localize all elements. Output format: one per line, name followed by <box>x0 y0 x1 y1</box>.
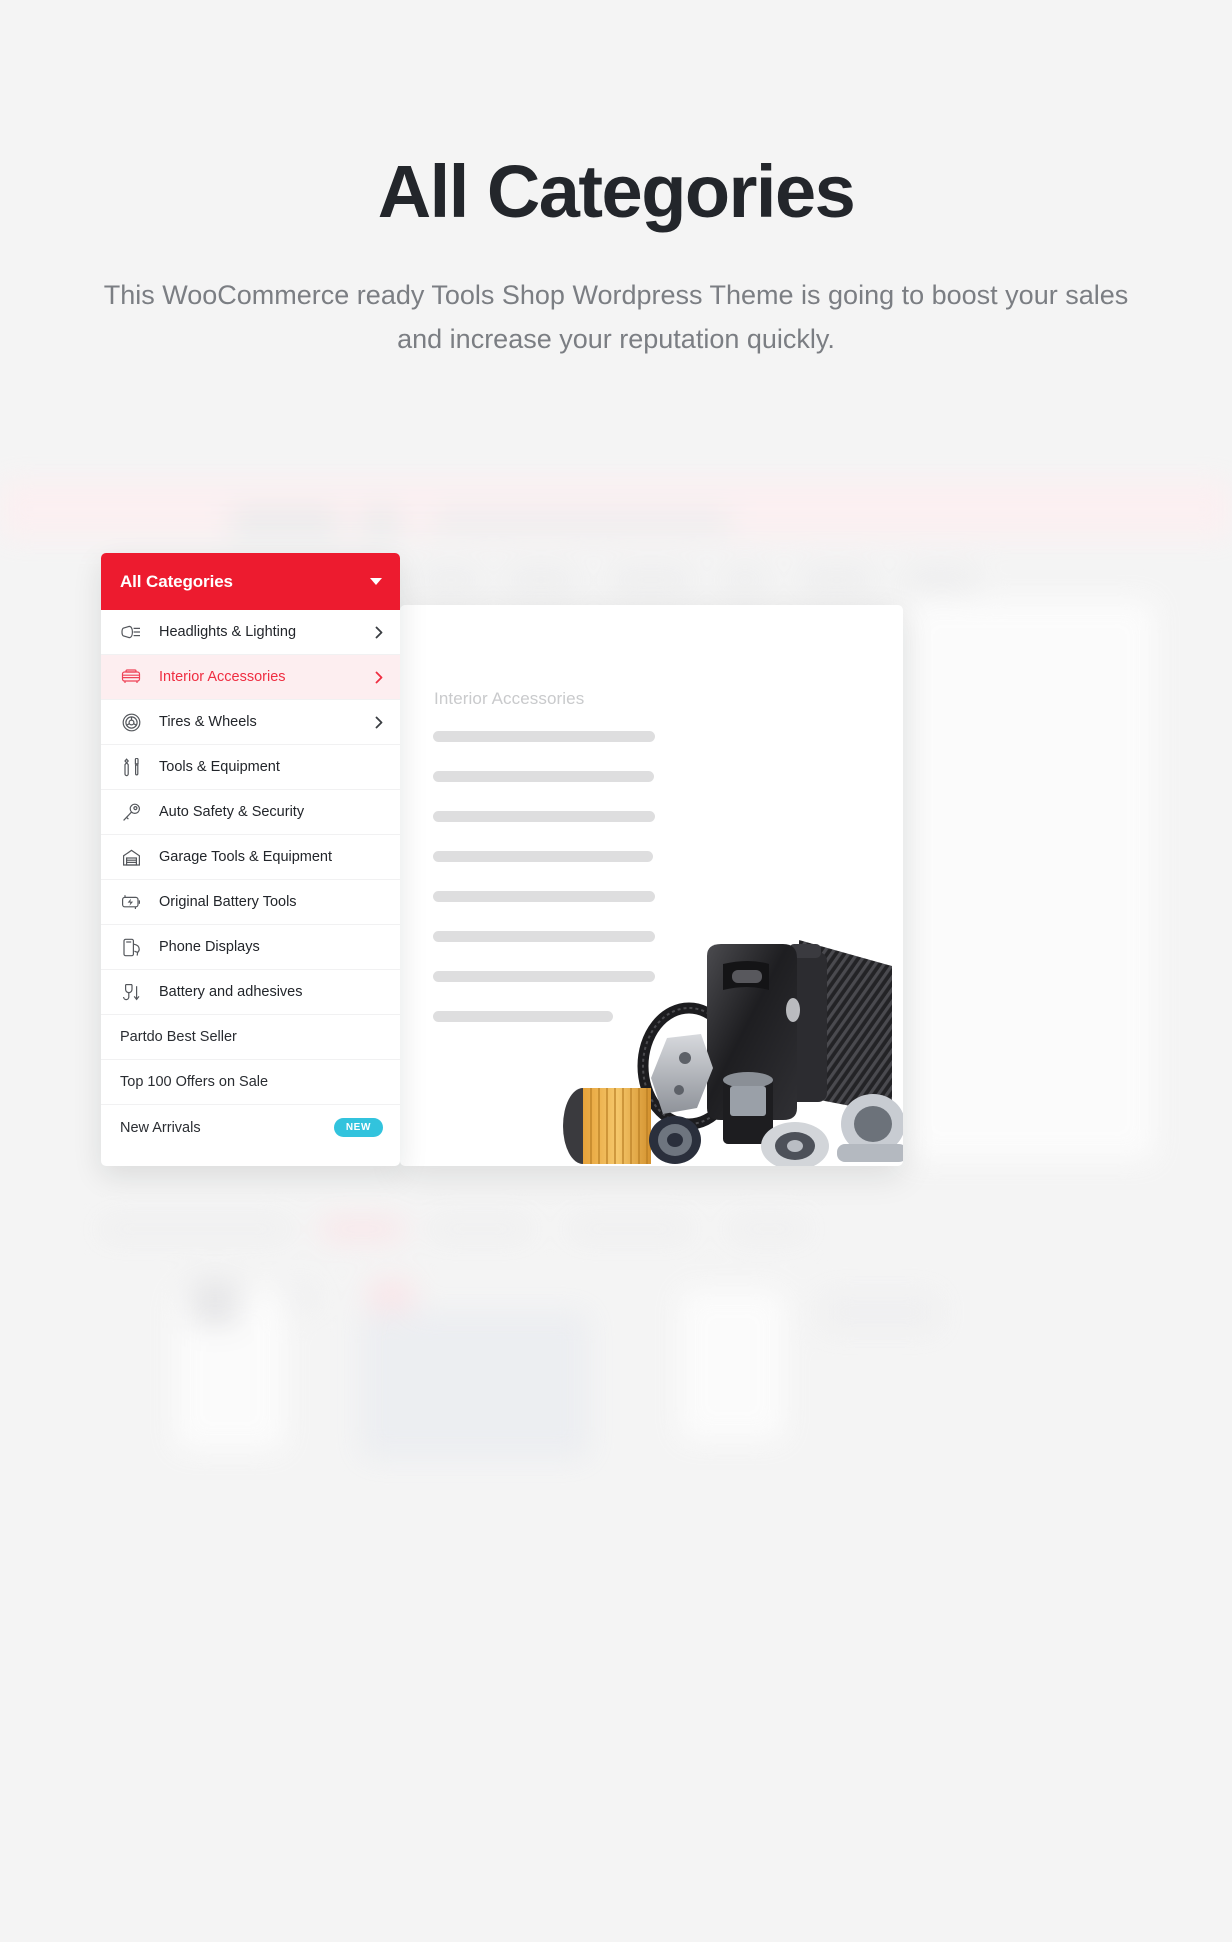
menu-item-label: Phone Displays <box>159 939 260 955</box>
wheel-icon <box>120 711 142 733</box>
menu-link-label: Partdo Best Seller <box>120 1029 237 1045</box>
menu-link-new-arrivals[interactable]: New Arrivals NEW <box>101 1105 400 1150</box>
menu-link-label: Top 100 Offers on Sale <box>120 1074 269 1090</box>
page-title: All Categories <box>377 150 856 233</box>
placeholder-bar <box>433 771 654 782</box>
menu-item-tires-wheels[interactable]: Tires & Wheels <box>101 700 400 745</box>
category-menu-list: Headlights & Lighting Interior Accessori… <box>101 610 400 1150</box>
menu-item-label: Battery and adhesives <box>159 984 303 1000</box>
menu-link-top-100-offers-on-sale[interactable]: Top 100 Offers on Sale <box>101 1060 400 1105</box>
menu-item-original-battery-tools[interactable]: Original Battery Tools <box>101 880 400 925</box>
menu-item-phone-displays[interactable]: Phone Displays <box>101 925 400 970</box>
menu-item-label: Tires & Wheels <box>159 714 257 730</box>
auto-parts-product-image <box>547 918 903 1166</box>
garage-icon <box>120 846 142 868</box>
menu-item-tools-equipment[interactable]: Tools & Equipment <box>101 745 400 790</box>
phone-display-icon <box>120 936 142 958</box>
menu-item-label: Garage Tools & Equipment <box>159 849 333 865</box>
menu-item-battery-and-adhesives[interactable]: Battery and adhesives <box>101 970 400 1015</box>
car-seat-icon <box>120 666 142 688</box>
chevron-down-icon[interactable] <box>370 578 382 585</box>
menu-item-label: Headlights & Lighting <box>159 624 297 640</box>
status-badge-new: NEW <box>333 1118 383 1137</box>
menu-item-garage-tools-equipment[interactable]: Garage Tools & Equipment <box>101 835 400 880</box>
preview-panel-title: Interior Accessories <box>434 689 585 708</box>
hero-section: All Categories This WooCommerce ready To… <box>0 0 1232 361</box>
menu-item-auto-safety-security[interactable]: Auto Safety & Security <box>101 790 400 835</box>
battery-bolt-icon <box>120 891 142 913</box>
menu-link-partdo-best-seller[interactable]: Partdo Best Seller <box>101 1015 400 1060</box>
category-menu: All Categories Headlights & Lighting Int… <box>101 553 400 1166</box>
chevron-right-icon <box>375 671 383 684</box>
menu-item-headlights-lighting[interactable]: Headlights & Lighting <box>101 610 400 655</box>
battery-adhesive-icon <box>120 981 142 1003</box>
placeholder-bar <box>433 891 655 902</box>
placeholder-bar <box>433 851 653 862</box>
menu-item-label: Original Battery Tools <box>159 894 297 910</box>
all-categories-header[interactable]: All Categories <box>101 553 400 610</box>
menu-item-interior-accessories[interactable]: Interior Accessories <box>101 655 400 700</box>
chevron-right-icon <box>375 626 383 639</box>
all-categories-header-label: All Categories <box>120 571 233 591</box>
menu-item-label: Interior Accessories <box>159 669 286 685</box>
menu-link-label: New Arrivals <box>120 1119 201 1136</box>
page-subtitle: This WooCommerce ready Tools Shop Wordpr… <box>103 279 1129 354</box>
menu-item-label: Tools & Equipment <box>159 759 280 775</box>
menu-item-label: Auto Safety & Security <box>159 804 305 820</box>
category-preview-panel: Interior Accessories <box>400 605 903 1166</box>
all-categories-dropdown: Interior Accessories All Categories Head… <box>101 553 903 1166</box>
headlight-icon <box>120 621 142 643</box>
placeholder-bar <box>433 731 655 742</box>
chevron-right-icon <box>375 716 383 729</box>
wrench-screwdriver-icon <box>120 756 142 778</box>
page-root: All Categories This WooCommerce ready To… <box>0 0 1232 1942</box>
key-icon <box>120 801 142 823</box>
placeholder-bar <box>433 811 655 822</box>
